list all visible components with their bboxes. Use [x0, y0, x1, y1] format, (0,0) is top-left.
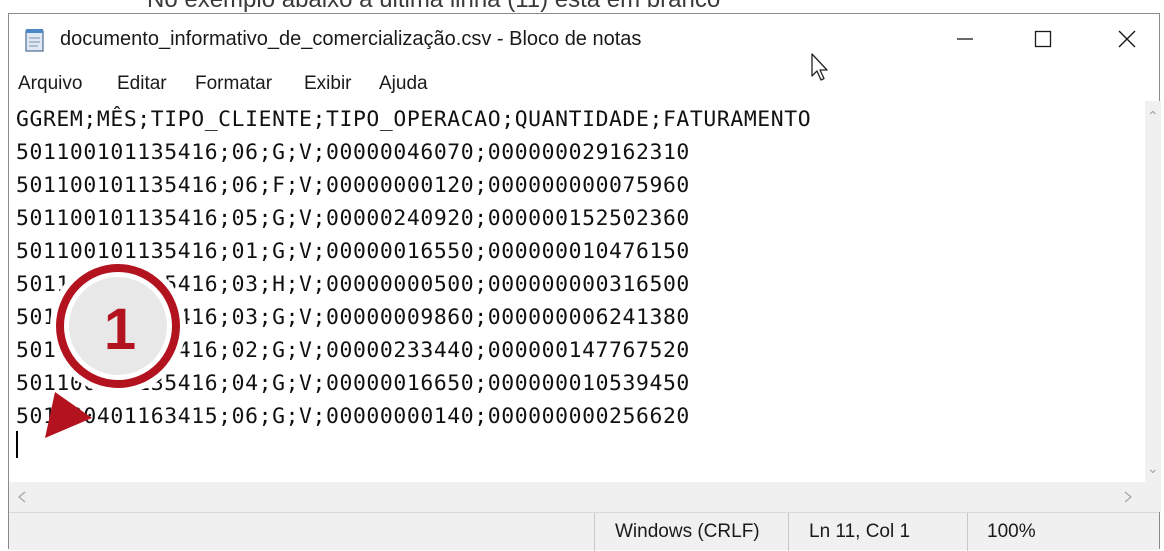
scroll-corner — [1145, 482, 1161, 512]
scroll-down-icon[interactable]: ⌄ — [1147, 461, 1159, 475]
maximize-button[interactable] — [1007, 14, 1079, 64]
status-bar: Windows (CRLF) Ln 11, Col 1 100% — [9, 512, 1159, 551]
callout-number: 1 — [103, 297, 137, 362]
close-button[interactable] — [1091, 14, 1163, 64]
caption-text: No exemplo abaixo a última linha (11) es… — [147, 0, 720, 14]
text-line: GGREM;MÊS;TIPO_CLIENTE;TIPO_OPERACAO;QUA… — [16, 107, 812, 132]
window-title: documento_informativo_de_comercialização… — [60, 28, 642, 50]
maximize-icon — [1034, 30, 1052, 48]
menu-item-ajuda[interactable]: Ajuda — [379, 73, 428, 95]
text-line: 501100101135416;01;G;V;00000016550;00000… — [16, 239, 690, 264]
text-line: 501100101135416;06;F;V;00000000120;00000… — [16, 173, 690, 198]
status-line-ending: Windows (CRLF) — [615, 521, 760, 542]
menu-bar: Arquivo Editar Formatar Exibir Ajuda — [9, 67, 1159, 101]
status-divider — [594, 513, 595, 551]
horizontal-scrollbar[interactable] — [9, 482, 1145, 512]
status-divider — [967, 513, 968, 551]
notepad-window: documento_informativo_de_comercialização… — [8, 13, 1161, 551]
minimize-icon — [957, 38, 973, 40]
text-line: 501100401163415;06;G;V;00000000140;00000… — [16, 404, 690, 429]
title-bar[interactable]: documento_informativo_de_comercialização… — [9, 14, 1159, 67]
scroll-right-icon[interactable] — [1123, 491, 1133, 503]
menu-item-formatar[interactable]: Formatar — [195, 73, 272, 95]
scroll-up-icon[interactable]: ⌃ — [1147, 109, 1159, 123]
status-zoom: 100% — [987, 521, 1036, 542]
caption-strip: No exemplo abaixo a última linha (11) es… — [0, 0, 1164, 14]
notepad-app-icon — [25, 29, 44, 52]
menu-item-exibir[interactable]: Exibir — [304, 73, 352, 95]
scroll-left-icon[interactable] — [17, 491, 27, 503]
status-divider — [788, 513, 789, 551]
text-line: 501100101135416;05;G;V;00000240920;00000… — [16, 206, 690, 231]
text-caret — [16, 431, 18, 458]
text-editor[interactable]: GGREM;MÊS;TIPO_CLIENTE;TIPO_OPERACAO;QUA… — [9, 101, 1145, 482]
text-line: 501100101135416;06;G;V;00000046070;00000… — [16, 140, 690, 165]
text-line: 501100101135416;04;G;V;00000016650;00000… — [16, 371, 690, 396]
text-line: 501100101135416;03;H;V;00000000500;00000… — [16, 272, 690, 297]
menu-item-arquivo[interactable]: Arquivo — [18, 73, 82, 95]
minimize-button[interactable] — [929, 14, 1001, 64]
close-icon — [1118, 30, 1136, 48]
status-cursor-position: Ln 11, Col 1 — [809, 521, 911, 542]
vertical-scrollbar[interactable]: ⌃ ⌄ — [1145, 101, 1161, 482]
mouse-pointer-icon — [811, 53, 828, 81]
menu-item-editar[interactable]: Editar — [117, 73, 167, 95]
